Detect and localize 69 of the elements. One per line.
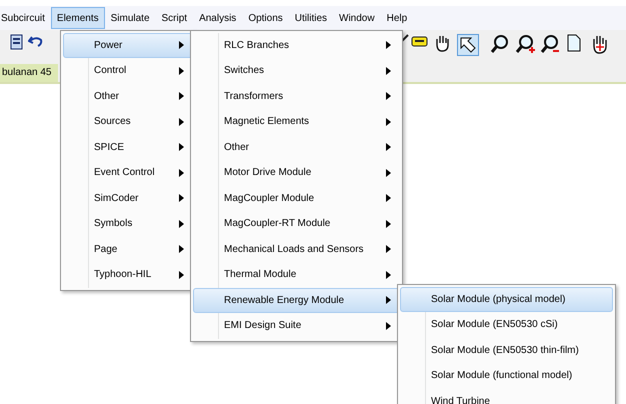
menu-item[interactable]: Power (63, 33, 193, 58)
zoom-in-icon[interactable] (515, 34, 535, 54)
menu-item[interactable]: Help (380, 7, 414, 29)
submenu-arrow-icon (179, 220, 184, 228)
menu-item[interactable]: Mechanical Loads and Sensors (193, 237, 400, 262)
menu-item[interactable]: Control (63, 58, 193, 83)
menu-item[interactable]: Magnetic Elements (193, 110, 400, 134)
submenu-arrow-icon (179, 194, 184, 202)
menu-item[interactable]: MagCoupler Module (193, 186, 400, 210)
menu-item[interactable]: Thermal Module (193, 262, 400, 287)
submenu-arrow-icon (386, 270, 391, 279)
submenu-arrow-icon (386, 118, 391, 126)
menu-item[interactable]: Script (156, 7, 194, 29)
document-icon[interactable] (10, 34, 24, 50)
menu-item[interactable]: RLC Branches (193, 33, 400, 58)
submenu-arrow-icon (179, 168, 184, 177)
submenu-arrow-icon (386, 92, 391, 100)
undo-icon[interactable] (28, 34, 43, 48)
page-icon[interactable] (567, 34, 581, 52)
submenu-arrow-icon (179, 41, 184, 50)
menu-item[interactable]: Transformers (193, 84, 400, 108)
submenu-arrow-icon (386, 143, 391, 152)
menu-item[interactable]: Solar Module (EN50530 cSi) (400, 312, 613, 337)
hand-icon[interactable] (591, 34, 609, 54)
menu-item[interactable]: Solar Module (EN50530 thin-film) (400, 338, 613, 362)
menu-item[interactable]: Page (63, 237, 193, 262)
submenu-arrow-icon (179, 118, 184, 126)
menu-item[interactable]: Motor Drive Module (193, 160, 400, 185)
submenu-arrow-icon (386, 168, 391, 177)
pointer-icon[interactable] (457, 34, 479, 56)
hand-icon[interactable] (434, 34, 450, 52)
menu-item[interactable]: Typhoon-HIL (63, 262, 193, 287)
menu-item[interactable]: Window (333, 7, 381, 29)
menu-item[interactable]: Options (242, 7, 289, 29)
document-tab[interactable]: bulanan 45 (0, 64, 58, 82)
menu-item[interactable]: SPICE (63, 135, 193, 160)
menu-item[interactable]: Sources (63, 110, 193, 134)
menu-item[interactable]: Renewable Energy Module (193, 288, 400, 312)
menu-item[interactable]: Simulate (104, 7, 156, 29)
submenu-arrow-icon (386, 194, 391, 202)
submenu-arrow-icon (179, 92, 184, 100)
menu-item[interactable]: EMI Design Suite (193, 314, 400, 338)
zoom-out-icon[interactable] (540, 34, 560, 54)
submenu-arrow-icon (179, 245, 184, 254)
menu-item[interactable]: Solar Module (physical model) (400, 287, 613, 312)
component-icon[interactable] (410, 34, 430, 48)
menu-item[interactable]: SimCoder (63, 186, 193, 210)
zoom-icon[interactable] (490, 34, 510, 54)
menu-item[interactable]: Symbols (63, 212, 193, 236)
submenu-arrow-icon (386, 245, 391, 254)
menu-item[interactable]: MagCoupler-RT Module (193, 212, 400, 236)
menu-item[interactable]: Wind Turbine (400, 389, 613, 404)
submenu-arrow-icon (386, 220, 391, 228)
menu-item[interactable]: Other (193, 135, 400, 160)
menu-item[interactable]: Analysis (193, 7, 242, 29)
submenu-arrow-icon (386, 41, 391, 50)
submenu-arrow-icon (179, 270, 184, 279)
menu-item[interactable]: Event Control (63, 160, 193, 185)
menu-item[interactable]: Switches (193, 58, 400, 83)
menu-item[interactable]: Other (63, 84, 193, 108)
menu-item[interactable]: Subcircuit (0, 7, 51, 29)
submenu-arrow-icon (179, 66, 184, 75)
menu-item[interactable]: Utilities (288, 7, 334, 29)
submenu-arrow-icon (179, 143, 184, 152)
submenu-arrow-icon (386, 296, 391, 304)
submenu-arrow-icon (386, 66, 391, 75)
menu-item[interactable]: Elements (50, 7, 105, 29)
menu-item[interactable]: Solar Module (functional model) (400, 364, 613, 388)
submenu-arrow-icon (386, 322, 391, 330)
